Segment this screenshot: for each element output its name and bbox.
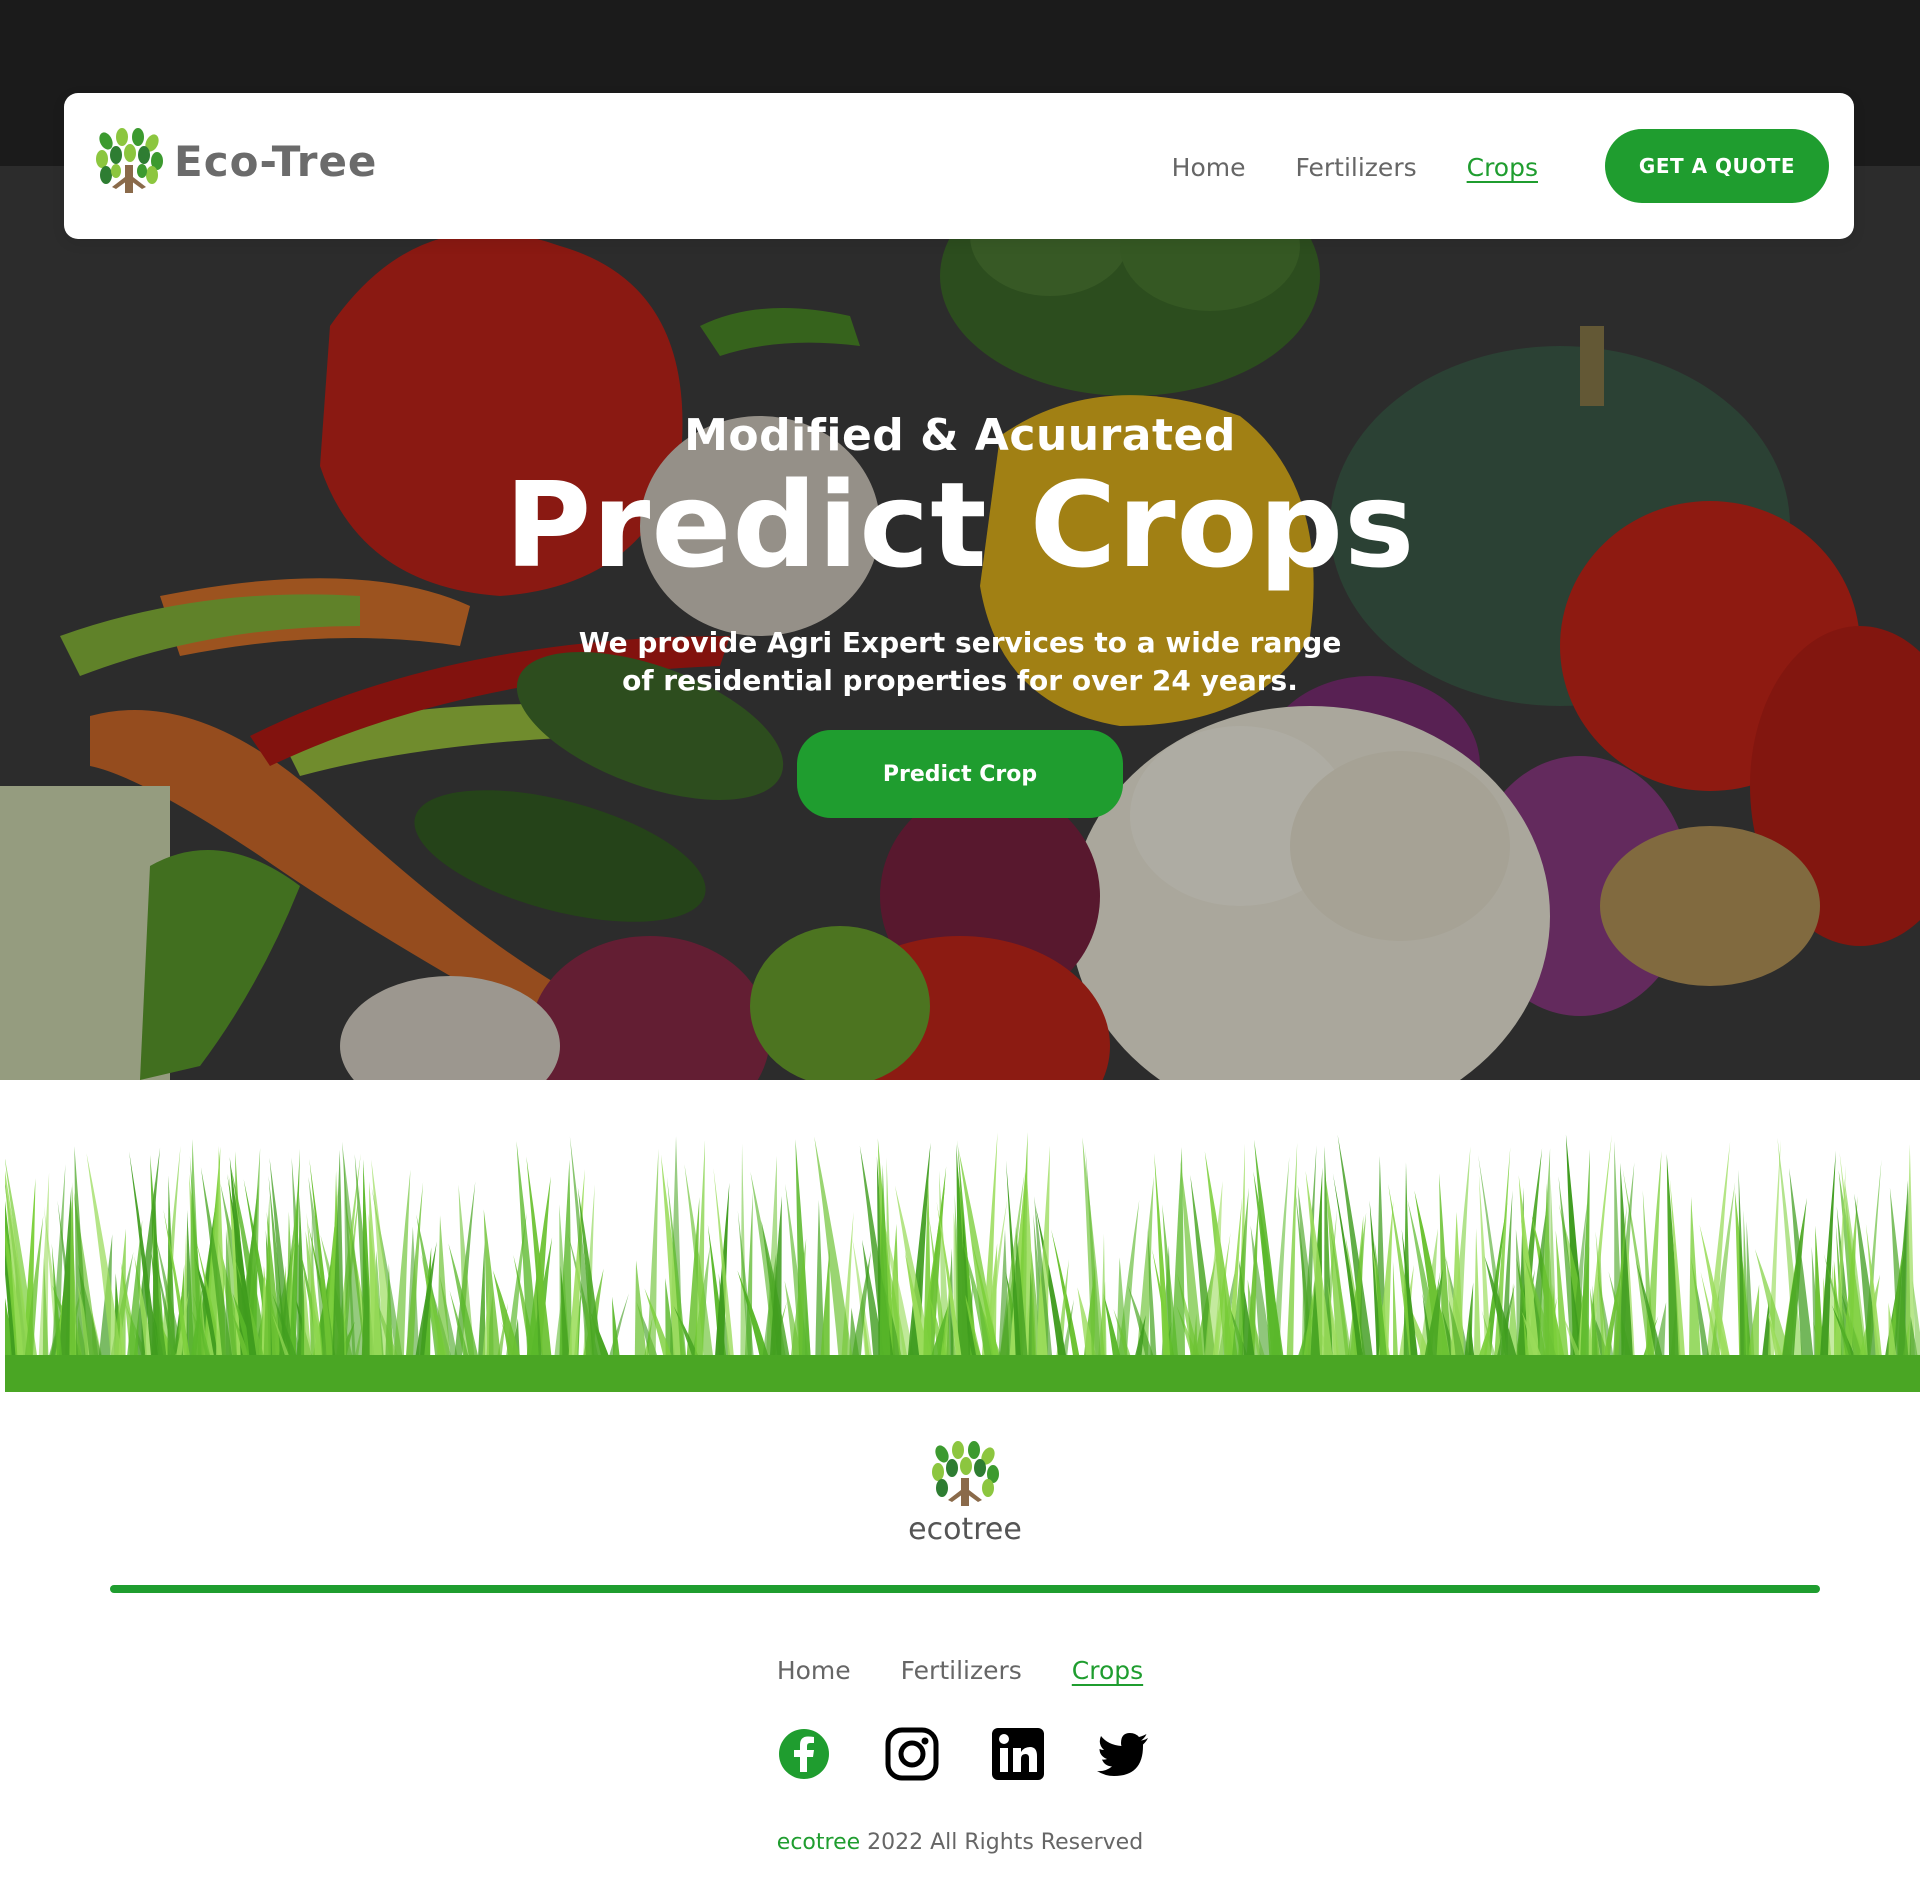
social-links xyxy=(0,1726,1920,1782)
grass-banner xyxy=(5,1132,1920,1392)
hero-title: Predict Crops xyxy=(504,456,1416,594)
footer-brand: ecotree xyxy=(908,1512,1022,1547)
facebook-icon[interactable] xyxy=(776,1726,832,1782)
instagram-icon[interactable] xyxy=(884,1726,940,1782)
navbar: Eco-Tree Home Fertilizers Crops GET A QU… xyxy=(64,93,1854,239)
hero-content: Modified & Acuurated Predict Crops We pr… xyxy=(0,166,1920,1080)
footer-link-crops[interactable]: Crops xyxy=(1072,1656,1143,1685)
get-a-quote-button[interactable]: GET A QUOTE xyxy=(1605,129,1829,203)
copyright: ecotree 2022 All Rights Reserved xyxy=(0,1830,1920,1855)
linkedin-icon[interactable] xyxy=(990,1726,1046,1782)
copyright-text: 2022 All Rights Reserved xyxy=(860,1830,1144,1855)
nav-links: Home Fertilizers Crops xyxy=(1172,153,1538,182)
hero-subtitle: We provide Agri Expert services to a wid… xyxy=(578,626,1342,697)
footer-link-fertilizers[interactable]: Fertilizers xyxy=(901,1656,1022,1685)
copyright-brand: ecotree xyxy=(776,1830,861,1855)
nav-link-crops[interactable]: Crops xyxy=(1467,153,1538,182)
hero-kicker: Modified & Acuurated xyxy=(684,410,1236,461)
nav-brand[interactable]: Eco-Tree xyxy=(174,137,377,186)
predict-crop-button[interactable]: Predict Crop xyxy=(797,730,1123,818)
nav-link-home[interactable]: Home xyxy=(1172,153,1246,182)
tree-logo-icon[interactable] xyxy=(94,127,164,197)
footer-divider xyxy=(110,1585,1820,1593)
twitter-icon[interactable] xyxy=(1096,1726,1152,1782)
nav-link-fertilizers[interactable]: Fertilizers xyxy=(1296,153,1417,182)
tree-logo-icon xyxy=(932,1441,999,1506)
hero-section: Modified & Acuurated Predict Crops We pr… xyxy=(0,166,1920,1080)
footer-links: Home Fertilizers Crops xyxy=(0,1656,1920,1685)
footer-link-home[interactable]: Home xyxy=(777,1656,851,1685)
